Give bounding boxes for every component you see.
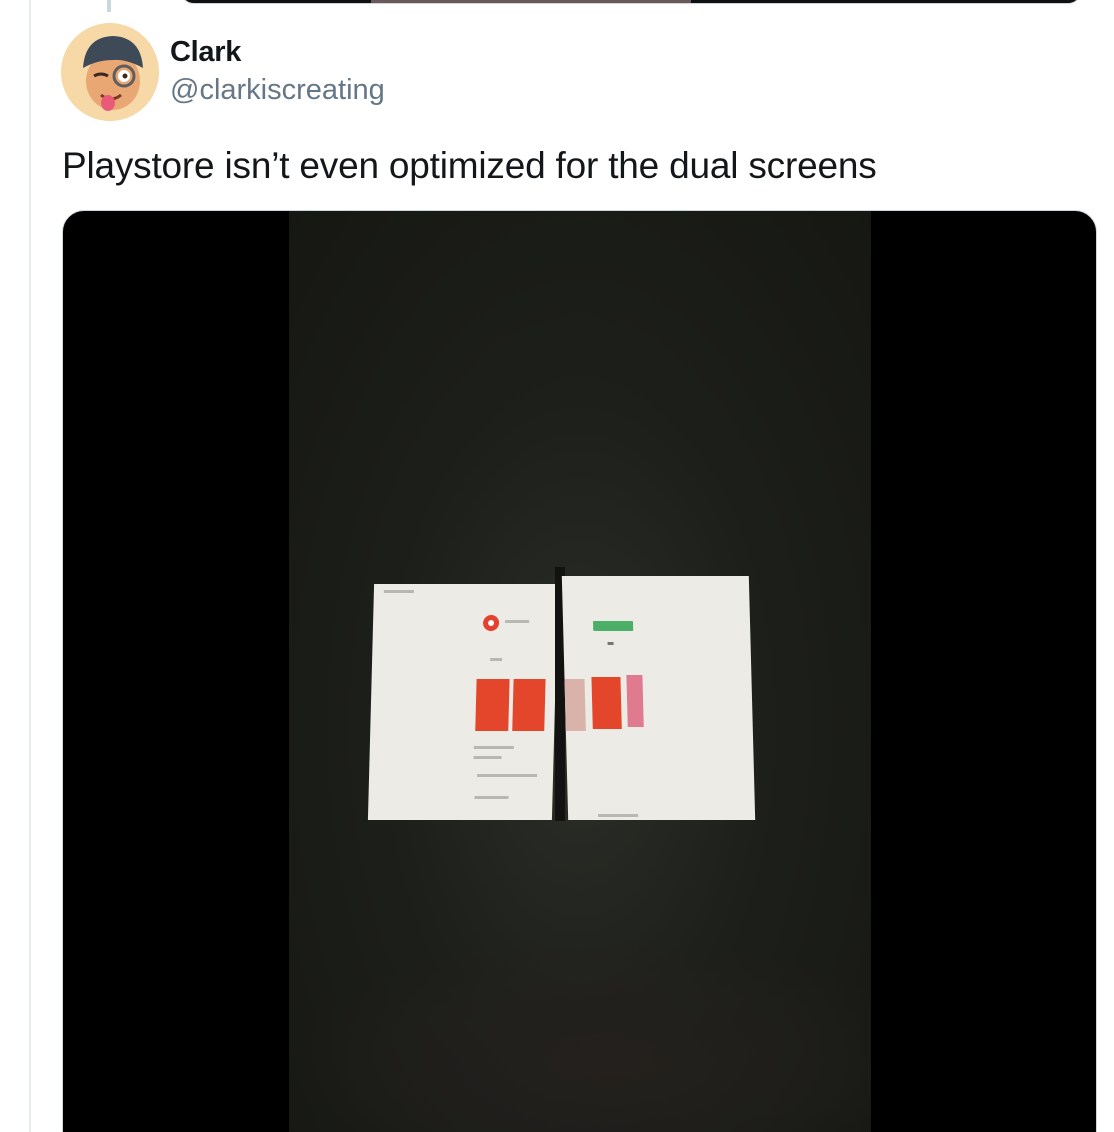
- phone-left-screen: [367, 584, 559, 820]
- nav-bar-line: [598, 814, 639, 817]
- tweet-text: Playstore isn’t even optimized for the d…: [62, 145, 877, 186]
- rate-app-line: [474, 796, 509, 799]
- tweet-video[interactable]: [62, 210, 1097, 1132]
- conversation-thread-line: [29, 0, 31, 1132]
- table-reflection: [289, 931, 871, 1132]
- description-line: [473, 756, 502, 759]
- screenshot-thumb-5: [626, 675, 644, 727]
- screenshot-thumb-3: [564, 679, 586, 731]
- app-title-line: [505, 620, 530, 623]
- install-button: [592, 621, 634, 631]
- previous-media-edge: [371, 0, 691, 3]
- previous-tweet-media[interactable]: [180, 0, 1082, 4]
- reply-connector-line: [107, 0, 111, 12]
- screenshot-thumb-1: [475, 679, 510, 731]
- rating-mark: [607, 642, 614, 645]
- status-bar-line: [383, 590, 414, 593]
- memoji-avatar-icon: [61, 23, 159, 121]
- screenshot-thumb-4: [591, 677, 622, 729]
- video-thumbnail: [289, 211, 871, 1132]
- rating-line: [490, 658, 503, 661]
- app-logo-icon: [482, 615, 500, 631]
- avatar[interactable]: [61, 23, 159, 121]
- author-name[interactable]: Clark: [170, 36, 241, 69]
- about-app-line: [473, 746, 514, 749]
- screenshot-thumb-2: [512, 679, 546, 731]
- category-line: [477, 774, 538, 777]
- author-handle[interactable]: @clarkiscreating: [170, 74, 385, 107]
- tweet-page: Clark @clarkiscreating Playstore isn’t e…: [0, 0, 1114, 1132]
- phone-right-screen: [561, 576, 756, 820]
